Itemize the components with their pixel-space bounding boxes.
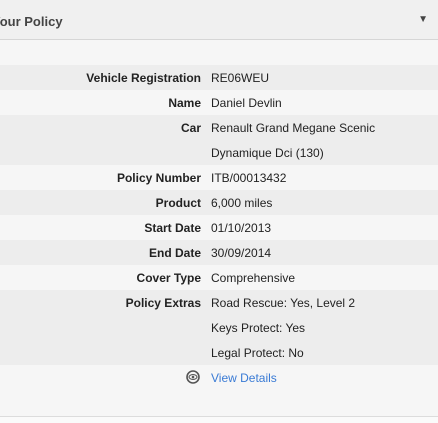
cover-type-value: Comprehensive: [211, 271, 296, 285]
chevron-down-icon[interactable]: ▼: [418, 15, 428, 25]
row-policy-extras-keys: Keys Protect: Yes: [0, 315, 438, 340]
row-policy-extras: Policy Extras Road Rescue: Yes, Level 2: [0, 290, 438, 315]
row-view-details: View Details: [0, 365, 438, 390]
policy-header-title: Your Policy: [0, 14, 63, 29]
product-value: 6,000 miles: [211, 196, 273, 210]
policy-extra-road-rescue: Road Rescue: Yes, Level 2: [211, 296, 356, 310]
policy-number-label: Policy Number: [116, 171, 201, 185]
vehicle-registration-label: Vehicle Registration: [86, 71, 201, 85]
row-cover-type: Cover Type Comprehensive: [0, 265, 438, 290]
row-policy-extras-legal: Legal Protect: No: [0, 340, 438, 365]
end-date-value: 30/09/2014: [211, 246, 272, 260]
eye-icon[interactable]: [186, 370, 200, 384]
policy-extras-label: Policy Extras: [125, 296, 201, 310]
start-date-label: Start Date: [144, 221, 201, 235]
name-label: Name: [168, 96, 201, 110]
row-car: Car Renault Grand Megane Scenic: [0, 115, 438, 140]
car-value-line2: Dynamique Dci (130): [211, 146, 324, 160]
name-value: Daniel Devlin: [211, 96, 282, 110]
start-date-value: 01/10/2013: [211, 221, 272, 235]
policy-extra-legal-protect: Legal Protect: No: [211, 346, 304, 360]
row-name: Name Daniel Devlin: [0, 90, 438, 115]
policy-details-panel: Vehicle Registration RE06WEU Name Daniel…: [0, 40, 438, 416]
cover-type-label: Cover Type: [136, 271, 201, 285]
car-label: Car: [180, 121, 201, 135]
policy-header[interactable]: Your Policy ▼: [0, 0, 438, 40]
row-vehicle-registration: Vehicle Registration RE06WEU: [0, 65, 438, 90]
policy-extra-keys-protect: Keys Protect: Yes: [211, 321, 306, 335]
view-details-link[interactable]: View Details: [211, 371, 277, 385]
end-date-label: End Date: [148, 246, 201, 260]
row-car-continued: Dynamique Dci (130): [0, 140, 438, 165]
car-value-line1: Renault Grand Megane Scenic: [211, 121, 376, 135]
row-policy-number: Policy Number ITB/00013432: [0, 165, 438, 190]
row-end-date: End Date 30/09/2014: [0, 240, 438, 265]
product-label: Product: [155, 196, 201, 210]
row-product: Product 6,000 miles: [0, 190, 438, 215]
vehicle-registration-value: RE06WEU: [211, 71, 270, 85]
row-start-date: Start Date 01/10/2013: [0, 215, 438, 240]
policy-number-value: ITB/00013432: [211, 171, 287, 185]
